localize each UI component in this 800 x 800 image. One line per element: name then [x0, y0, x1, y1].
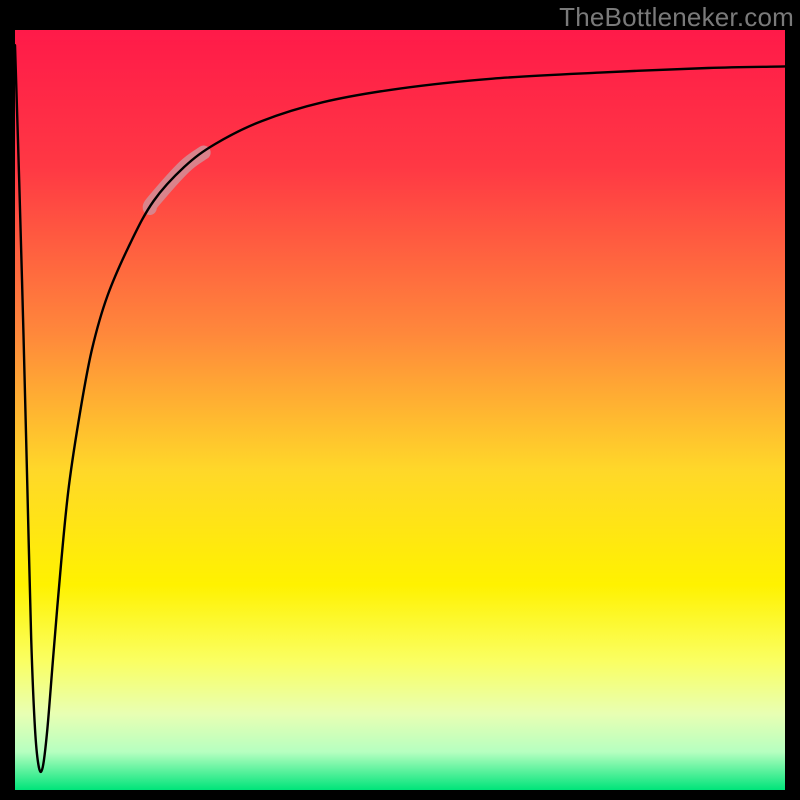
bottleneck-curve-chart [15, 30, 785, 790]
chart-container: TheBottleneker.com [0, 0, 800, 800]
chart-background-gradient [15, 30, 785, 790]
watermark-label: TheBottleneker.com [559, 2, 794, 33]
plot-area [15, 30, 785, 790]
